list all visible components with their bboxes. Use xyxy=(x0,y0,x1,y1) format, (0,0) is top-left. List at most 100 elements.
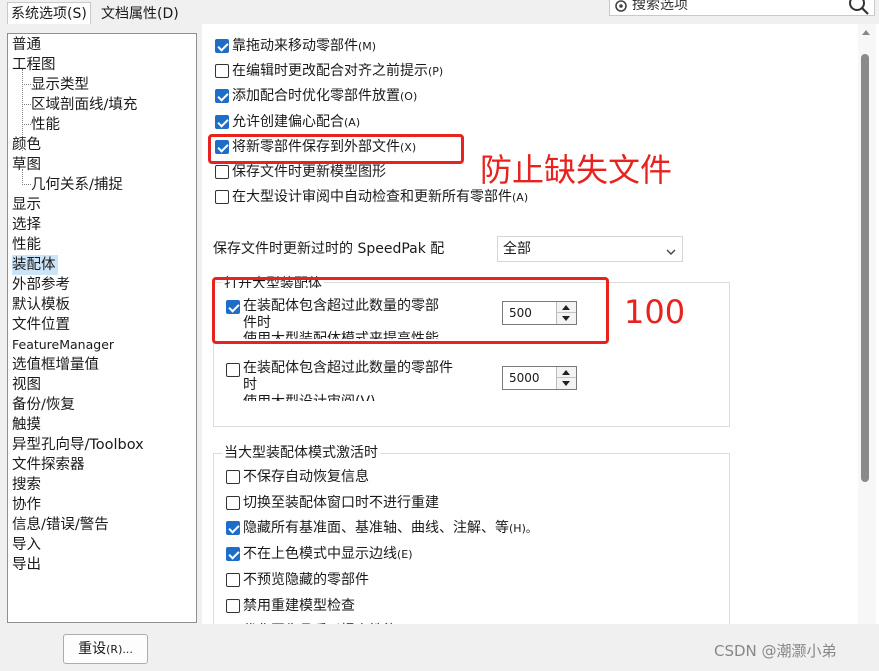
option-checkbox[interactable] xyxy=(215,64,229,79)
option-label: 在编辑时更改配合对齐之前提示(P) xyxy=(232,62,443,81)
tree-item[interactable]: 默认模板 xyxy=(12,295,70,315)
tree-item[interactable]: 文件位置 xyxy=(12,315,70,335)
option-label: 在大型设计审阅中自动检查和更新所有零部件(A) xyxy=(232,188,528,207)
option-label: 添加配合时优化零部件放置(O) xyxy=(232,87,417,106)
large-mode-checkbox[interactable] xyxy=(226,521,240,536)
large-design-review-checkbox[interactable] xyxy=(226,363,240,377)
large-mode-label: 不保存自动恢复信息 xyxy=(243,468,369,487)
option-label-text: 靠拖动来移动零部件 xyxy=(232,38,358,54)
tree-item[interactable]: 备份/恢复 xyxy=(12,395,75,415)
large-mode-label-text: 不保存自动恢复信息 xyxy=(243,469,369,485)
speedpak-select[interactable]: 全部 xyxy=(497,236,683,262)
tree-item[interactable]: 搜索 xyxy=(12,475,41,495)
large-mode-label-text: 隐藏所有基准面、基准轴、曲线、注解、等 xyxy=(243,520,509,537)
option-label: 允许创建偏心配合(A) xyxy=(232,113,360,132)
search-input[interactable]: 搜索选项 xyxy=(632,0,688,14)
annotation-box-save-external xyxy=(208,134,464,164)
option-checkbox[interactable] xyxy=(215,114,229,129)
stepper-up-icon[interactable] xyxy=(557,367,576,378)
tree-item[interactable]: 视图 xyxy=(12,375,41,395)
large-design-review-line1: 在装配体包含超过此数量的零部件 xyxy=(243,360,453,376)
chevron-down-icon xyxy=(665,243,677,255)
tree-item[interactable]: 显示类型 xyxy=(31,75,89,95)
option-checkbox[interactable] xyxy=(215,190,229,205)
option-label-text: 在大型设计审阅中自动检查和更新所有零部件 xyxy=(232,189,512,206)
speedpak-label: 保存文件时更新过时的 SpeedPak 配 xyxy=(213,241,445,257)
large-mode-label: 优化图像品质以提高性能 xyxy=(243,622,397,624)
large-mode-label-text: 不在上色模式中显示边线 xyxy=(243,546,397,563)
large-design-review-line3: 使用大型设计审阅(V) xyxy=(243,393,376,401)
large-mode-accelerator-key: (H)。 xyxy=(509,522,537,536)
tree-item[interactable]: 导出 xyxy=(12,555,41,575)
watermark-text: CSDN @潮灏小弟 xyxy=(714,642,837,660)
large-mode-checkbox[interactable] xyxy=(226,495,240,510)
large-mode-checkbox[interactable] xyxy=(226,572,240,587)
large-mode-accelerator-key: (E) xyxy=(397,548,413,562)
option-label-text: 保存文件时更新模型图形 xyxy=(232,164,386,180)
scroll-up-icon[interactable] xyxy=(862,30,870,35)
annotation-box-large-assembly xyxy=(212,277,609,344)
tree-item[interactable]: 区域剖面线/填充 xyxy=(31,95,137,115)
tree-item[interactable]: 几何关系/捕捉 xyxy=(31,175,123,195)
tab-document-properties[interactable]: 文档属性(D) xyxy=(98,3,182,25)
option-accelerator-key: (A) xyxy=(512,191,529,205)
option-label: 保存文件时更新模型图形 xyxy=(232,163,386,182)
large-mode-label: 不在上色模式中显示边线(E) xyxy=(243,545,413,564)
tree-item[interactable]: 装配体 xyxy=(12,255,58,275)
large-mode-checkbox[interactable] xyxy=(226,547,240,562)
tree-item[interactable]: 草图 xyxy=(12,155,41,175)
tree-item[interactable]: 性能 xyxy=(31,115,60,135)
option-accelerator-key: (M) xyxy=(358,40,377,53)
tree-item[interactable]: 信息/错误/警告 xyxy=(12,515,109,535)
large-mode-checkbox[interactable] xyxy=(226,470,240,484)
option-accelerator-key: (P) xyxy=(428,65,444,79)
option-label-text: 允许创建偏心配合 xyxy=(232,113,344,130)
tree-item[interactable]: FeatureManager xyxy=(12,335,114,355)
option-label-text: 在编辑时更改配合对齐之前提示 xyxy=(232,63,428,80)
large-design-review-threshold-stepper[interactable]: 5000 xyxy=(502,366,577,390)
large-mode-label-text: 不预览隐藏的零部件 xyxy=(243,571,369,588)
option-checkbox[interactable] xyxy=(215,89,229,104)
tree-item[interactable]: 选择 xyxy=(12,215,41,235)
tree-item[interactable]: 协作 xyxy=(12,495,41,515)
options-tree: 普通 工程图 显示类型 区域剖面线/填充 性能 颜色 草图 几何关系/捕捉 显示 选择 性能 装配体外… xyxy=(7,33,197,623)
tree-item[interactable]: 显示 xyxy=(12,195,41,215)
speedpak-select-value: 全部 xyxy=(503,241,531,257)
option-label: 靠拖动来移动零部件(M) xyxy=(232,37,376,56)
tab-system-options[interactable]: 系统选项(S) xyxy=(7,2,91,24)
annotation-note-missing-files: 防止缺失文件 xyxy=(480,151,673,189)
tree-item[interactable]: 选值框增量值 xyxy=(12,355,99,375)
stepper-down-icon[interactable] xyxy=(557,378,576,389)
tree-item[interactable]: 工程图 xyxy=(12,55,56,75)
large-mode-label-text: 禁用重建模型检查 xyxy=(243,597,355,614)
large-mode-checkbox[interactable] xyxy=(226,598,240,613)
tree-item[interactable]: 文件探索器 xyxy=(12,455,85,475)
large-mode-label: 隐藏所有基准面、基准轴、曲线、注解、等(H)。 xyxy=(243,519,537,538)
tree-item[interactable]: 性能 xyxy=(12,235,41,255)
tree-item[interactable]: 颜色 xyxy=(12,135,41,155)
option-checkbox[interactable] xyxy=(215,39,229,53)
tree-item[interactable]: 外部参考 xyxy=(12,275,70,295)
large-design-review-line2: 时 xyxy=(243,377,257,393)
tree-item[interactable]: 导入 xyxy=(12,535,41,555)
option-accelerator-key: (A) xyxy=(344,115,361,129)
search-box[interactable]: 搜索选项 xyxy=(609,0,875,16)
large-mode-label-text: 切换至装配体窗口时不进行重建 xyxy=(243,494,439,511)
tree-item[interactable]: 普通 xyxy=(12,35,41,55)
reset-button-key: (R)... xyxy=(106,643,133,656)
large-mode-label: 不预览隐藏的零部件 xyxy=(243,571,369,590)
scrollbar-thumb[interactable] xyxy=(861,54,869,482)
option-accelerator-key: (O) xyxy=(400,90,418,104)
large-mode-label: 切换至装配体窗口时不进行重建 xyxy=(243,494,439,513)
option-checkbox[interactable] xyxy=(215,165,229,179)
gear-icon[interactable] xyxy=(613,0,629,14)
large-mode-label: 禁用重建模型检查 xyxy=(243,597,355,616)
large-mode-label-text: 优化图像品质以提高性能 xyxy=(243,623,397,624)
large-design-review-threshold-value: 5000 xyxy=(509,371,540,385)
search-icon[interactable] xyxy=(848,0,870,17)
reset-button[interactable]: 重设(R)... xyxy=(63,634,148,664)
tree-item[interactable]: 异型孔向导/Toolbox xyxy=(12,435,144,455)
reset-button-label: 重设 xyxy=(78,641,107,657)
option-label-text: 添加配合时优化零部件放置 xyxy=(232,88,400,105)
tree-item[interactable]: 触摸 xyxy=(12,415,41,435)
